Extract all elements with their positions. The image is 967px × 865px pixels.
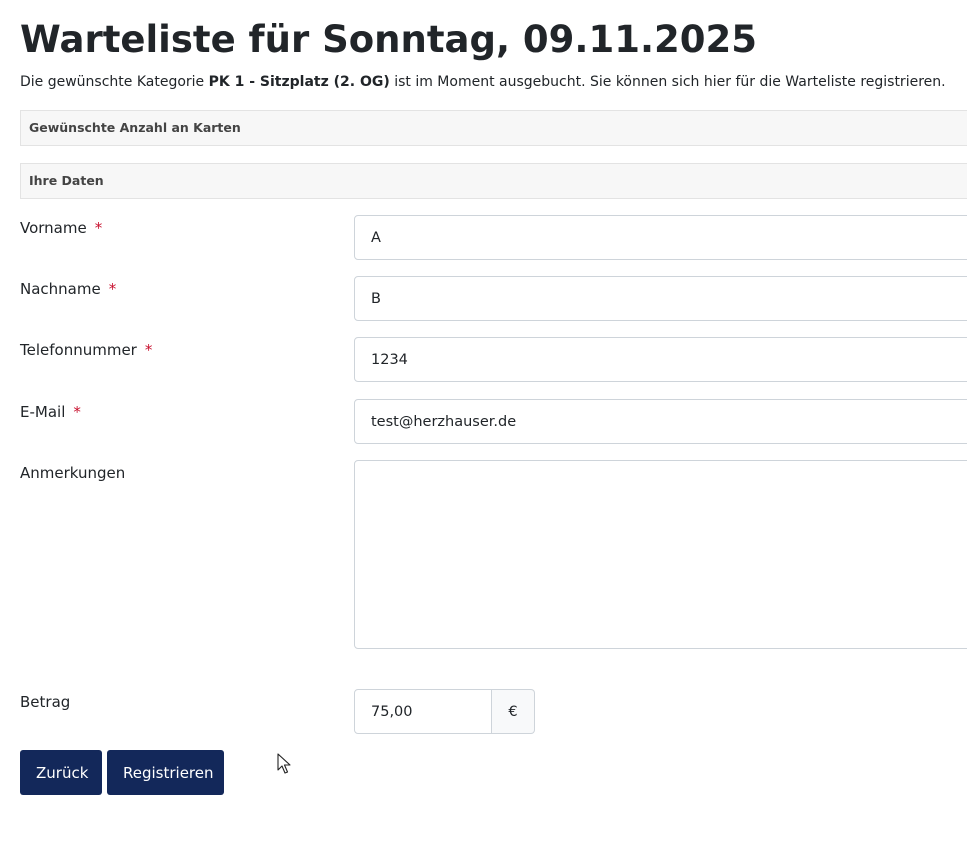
section-header-tickets: Gewünschte Anzahl an Karten <box>20 110 967 146</box>
firstname-input[interactable] <box>354 215 967 260</box>
intro-category: PK 1 - Sitzplatz (2. OG) <box>208 74 390 90</box>
email-input[interactable] <box>354 399 967 444</box>
intro-text-after: ist im Moment ausgebucht. Sie können sic… <box>389 74 946 90</box>
mouse-pointer-icon <box>277 753 291 774</box>
firstname-label-text: Vorname <box>20 219 87 237</box>
remarks-label: Anmerkungen <box>20 464 126 482</box>
amount-input-group: € <box>354 689 535 734</box>
email-label: E-Mail * <box>20 400 81 424</box>
currency-addon: € <box>492 689 535 734</box>
phone-label: Telefonnummer * <box>20 338 152 362</box>
lastname-input[interactable] <box>354 276 967 321</box>
remarks-textarea[interactable] <box>354 460 967 649</box>
required-marker: * <box>73 403 81 421</box>
amount-label: Betrag <box>20 693 71 711</box>
back-button[interactable]: Zurück <box>20 750 102 795</box>
page-title: Warteliste für Sonntag, 09.11.2025 <box>20 18 758 61</box>
amount-input[interactable] <box>354 689 492 734</box>
register-button[interactable]: Registrieren <box>107 750 224 795</box>
section-header-personal: Ihre Daten <box>20 163 967 199</box>
firstname-label: Vorname * <box>20 216 102 240</box>
phone-input[interactable] <box>354 337 967 382</box>
phone-label-text: Telefonnummer <box>20 341 137 359</box>
required-marker: * <box>144 341 153 359</box>
lastname-label-text: Nachname <box>20 280 101 298</box>
required-marker: * <box>108 280 117 298</box>
waitlist-page: Warteliste für Sonntag, 09.11.2025 Die g… <box>0 0 967 865</box>
lastname-label: Nachname * <box>20 277 116 301</box>
intro-text: Die gewünschte Kategorie PK 1 - Sitzplat… <box>20 72 946 92</box>
email-label-text: E-Mail <box>20 403 66 421</box>
required-marker: * <box>94 219 103 237</box>
intro-text-before: Die gewünschte Kategorie <box>20 74 209 90</box>
